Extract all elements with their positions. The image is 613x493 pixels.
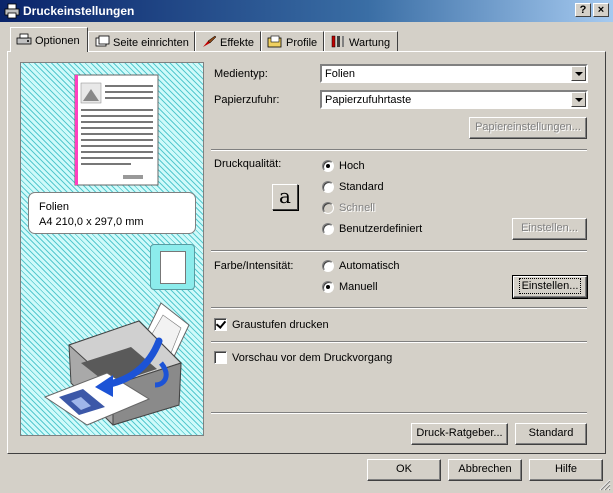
medientyp-value: Folien bbox=[325, 68, 355, 80]
farbe-intensitaet-label: Farbe/Intensität: bbox=[214, 260, 294, 272]
papierzufuhr-label: Papierzufuhr: bbox=[214, 94, 280, 106]
quality-schnell-radio[interactable] bbox=[322, 202, 334, 214]
close-title-button[interactable]: × bbox=[593, 3, 609, 17]
papierzufuhr-select[interactable]: Papierzufuhrtaste bbox=[320, 90, 588, 109]
tab-optionen[interactable]: Optionen bbox=[10, 27, 88, 52]
page-preview-icon bbox=[74, 74, 159, 186]
quality-benutzerdefiniert-radio[interactable] bbox=[322, 223, 334, 235]
printer-icon bbox=[4, 3, 20, 19]
printer-illustration-icon bbox=[43, 302, 190, 426]
tab-wartung-label: Wartung bbox=[349, 37, 391, 49]
hilfe-button[interactable]: Hilfe bbox=[529, 459, 603, 481]
tab-effekte-label: Effekte bbox=[220, 37, 255, 49]
tab-effekte[interactable]: Effekte bbox=[195, 31, 261, 51]
separator-media-quality bbox=[211, 149, 587, 151]
vorschau-label[interactable]: Vorschau vor dem Druckvorgang bbox=[232, 352, 392, 364]
tab-wartung[interactable]: Wartung bbox=[324, 31, 398, 51]
page-orientation-button[interactable] bbox=[150, 244, 195, 290]
media-info-box: Folien A4 210,0 x 297,0 mm bbox=[28, 192, 196, 234]
papierzufuhr-value: Papierzufuhrtaste bbox=[325, 94, 412, 106]
color-automatisch-radio[interactable] bbox=[322, 260, 334, 272]
graustufen-checkbox[interactable] bbox=[214, 318, 227, 331]
quality-hoch-radio[interactable] bbox=[322, 160, 334, 172]
profile-folder-icon bbox=[267, 35, 282, 48]
quality-benutzerdefiniert-label[interactable]: Benutzerdefiniert bbox=[339, 223, 422, 235]
color-automatisch-label[interactable]: Automatisch bbox=[339, 260, 400, 272]
tab-optionen-label: Optionen bbox=[35, 35, 80, 47]
help-title-button[interactable]: ? bbox=[575, 3, 591, 17]
quality-standard-radio[interactable] bbox=[322, 181, 334, 193]
portrait-page-icon bbox=[160, 251, 186, 284]
color-manuell-label[interactable]: Manuell bbox=[339, 281, 378, 293]
quality-standard-label[interactable]: Standard bbox=[339, 181, 384, 193]
effects-brush-icon bbox=[203, 35, 217, 47]
separator-grayscale-preview bbox=[211, 341, 587, 343]
tab-seite-einrichten[interactable]: Seite einrichten bbox=[88, 31, 195, 51]
medientyp-label: Medientyp: bbox=[214, 68, 268, 80]
vorschau-checkbox[interactable] bbox=[214, 351, 227, 364]
title-bar[interactable]: Druckeinstellungen ? × bbox=[0, 0, 613, 22]
paper-size-text: A4 210,0 x 297,0 mm bbox=[39, 216, 144, 228]
print-settings-dialog: Druckeinstellungen ? × Optionen Seite ei… bbox=[0, 0, 613, 493]
color-manuell-radio[interactable] bbox=[322, 281, 334, 293]
medientyp-select[interactable]: Folien bbox=[320, 64, 588, 83]
druck-ratgeber-button[interactable]: Druck-Ratgeber... bbox=[411, 423, 508, 445]
page-setup-icon bbox=[95, 35, 110, 47]
papiereinstellungen-button[interactable]: Papiereinstellungen... bbox=[469, 117, 587, 139]
window-title: Druckeinstellungen bbox=[23, 4, 135, 18]
graustufen-label[interactable]: Graustufen drucken bbox=[232, 319, 329, 331]
quality-einstellen-button[interactable]: Einstellen... bbox=[512, 218, 587, 240]
separator-color-grayscale bbox=[211, 307, 587, 309]
media-name-text: Folien bbox=[39, 201, 69, 213]
quality-schnell-label[interactable]: Schnell bbox=[339, 202, 375, 214]
separator-quality-color bbox=[211, 250, 587, 252]
ok-button[interactable]: OK bbox=[367, 459, 441, 481]
printer-settings-icon bbox=[16, 33, 32, 45]
tab-profile-label: Profile bbox=[286, 37, 318, 49]
maintenance-tools-icon bbox=[331, 35, 344, 48]
color-einstellen-button[interactable]: Einstellen... bbox=[512, 275, 588, 299]
tab-seite-einrichten-label: Seite einrichten bbox=[113, 37, 189, 49]
separator-footer bbox=[211, 412, 587, 414]
chevron-down-icon[interactable] bbox=[571, 66, 586, 81]
quality-hoch-label[interactable]: Hoch bbox=[339, 160, 365, 172]
abbrechen-button[interactable]: Abbrechen bbox=[448, 459, 522, 481]
chevron-down-icon[interactable] bbox=[571, 92, 586, 107]
print-quality-icon: a bbox=[272, 184, 298, 210]
tab-profile[interactable]: Profile bbox=[261, 31, 324, 51]
standard-button[interactable]: Standard bbox=[515, 423, 587, 445]
color-einstellen-label: Einstellen... bbox=[518, 278, 582, 294]
druckqualitaet-label: Druckqualität: bbox=[214, 158, 282, 170]
